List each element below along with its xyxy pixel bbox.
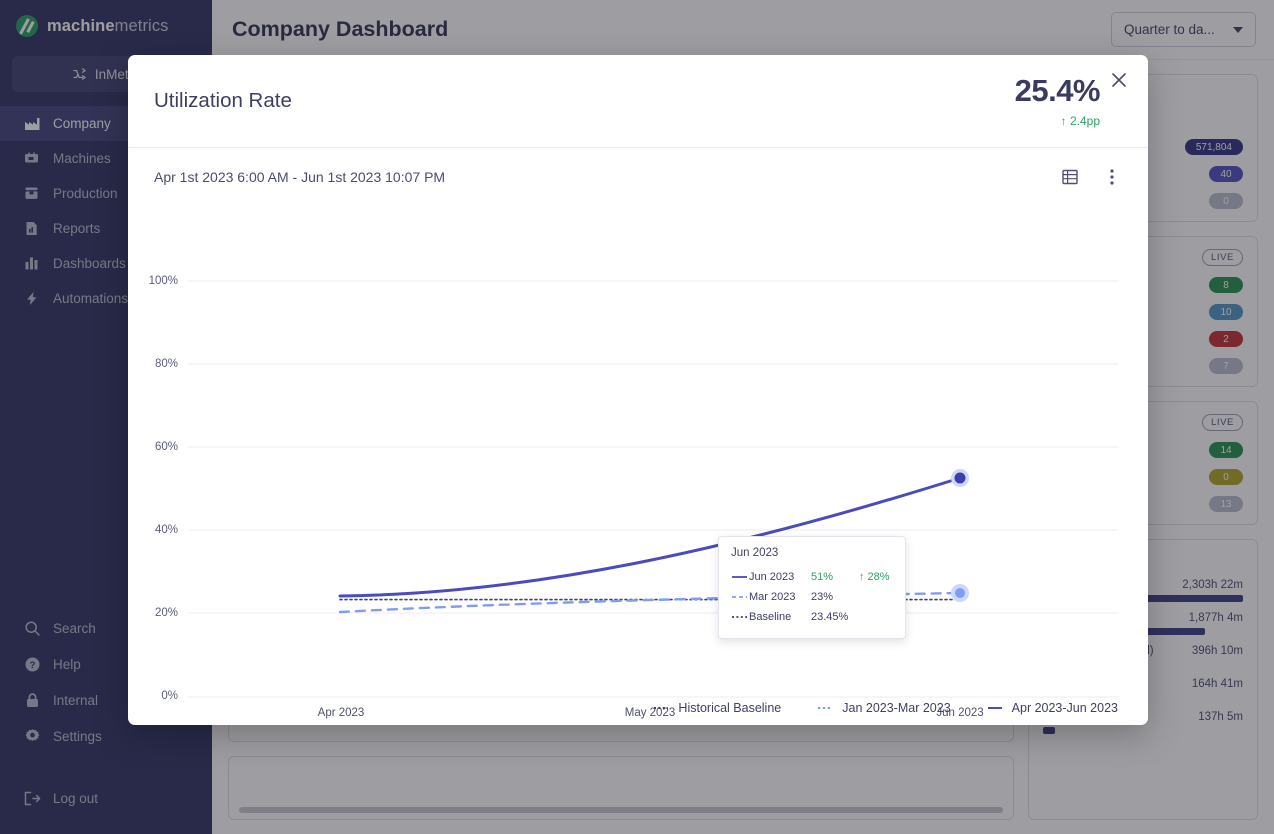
legend-item-jan-mar-2023[interactable]: Jan 2023-Mar 2023 bbox=[817, 701, 951, 715]
kpi-delta: ↑ 2.4pp bbox=[1060, 113, 1100, 128]
tooltip-row-name: Mar 2023 bbox=[749, 591, 796, 603]
legend-item-apr-jun-2023[interactable]: Apr 2023-Jun 2023 bbox=[987, 701, 1118, 715]
modal-header: Utilization Rate 25.4% ↑ 2.4pp bbox=[128, 55, 1148, 148]
tooltip-swatch-dotted-icon bbox=[731, 613, 749, 621]
table-icon[interactable] bbox=[1060, 167, 1080, 187]
tooltip-row-name: Jun 2023 bbox=[749, 571, 795, 583]
tooltip-swatch-solid-icon bbox=[731, 573, 749, 581]
tooltip-row-jun-2023: Jun 2023 51% ↑ 28% bbox=[731, 567, 893, 587]
kpi-value: 25.4% bbox=[1014, 72, 1101, 108]
series-jan-mar-2023-endpoint bbox=[955, 588, 965, 598]
close-icon[interactable] bbox=[1108, 69, 1130, 91]
legend-swatch-dashed-icon bbox=[817, 703, 833, 713]
legend-item-historical-baseline[interactable]: Historical Baseline bbox=[653, 701, 781, 715]
x-axis-tick: Apr 2023 bbox=[317, 707, 365, 719]
legend-swatch-solid-icon bbox=[987, 703, 1003, 713]
legend-swatch-dotted-icon bbox=[653, 703, 669, 713]
tooltip-row-value: 23% bbox=[811, 591, 834, 603]
utilization-rate-modal: Utilization Rate 25.4% ↑ 2.4pp Apr 1st 2… bbox=[128, 55, 1148, 725]
chart-gridlines bbox=[188, 280, 1118, 698]
chart-legend: Historical Baseline Jan 2023-Mar 2023 Ap… bbox=[653, 701, 1118, 715]
modal-kpi: 25.4% ↑ 2.4pp bbox=[1015, 75, 1122, 128]
utilization-chart: 100% 80% 60% 40% 20% 0% Apr 2023 May 202… bbox=[128, 206, 1148, 725]
chart-plot bbox=[188, 280, 1118, 698]
series-apr-jun-2023-endpoint bbox=[954, 472, 966, 484]
legend-label: Historical Baseline bbox=[678, 701, 782, 715]
tooltip-row-baseline: Baseline 23.45% bbox=[731, 607, 893, 627]
tooltip-row-value: 23.45% bbox=[811, 611, 849, 623]
tooltip-title: Jun 2023 bbox=[731, 547, 779, 559]
tooltip-row-value: 51% bbox=[811, 571, 834, 583]
tooltip-row-name: Baseline bbox=[749, 611, 792, 623]
modal-subheader: Apr 1st 2023 6:00 AM - Jun 1st 2023 10:0… bbox=[128, 148, 1148, 206]
chart-actions bbox=[1060, 167, 1122, 187]
tooltip-row-mar-2023: Mar 2023 23% bbox=[731, 587, 893, 607]
tooltip-swatch-dashed-icon bbox=[731, 593, 749, 601]
tooltip-row-delta: ↑ 28% bbox=[859, 571, 890, 583]
modal-title: Utilization Rate bbox=[154, 89, 292, 112]
more-vertical-icon[interactable] bbox=[1102, 167, 1122, 187]
legend-label: Jan 2023-Mar 2023 bbox=[842, 701, 951, 715]
legend-label: Apr 2023-Jun 2023 bbox=[1011, 701, 1118, 715]
chart-date-range: Apr 1st 2023 6:00 AM - Jun 1st 2023 10:0… bbox=[154, 169, 446, 185]
chart-tooltip: Jun 2023 Jun 2023 51% ↑ 28% Mar 2023 23% bbox=[718, 536, 906, 639]
